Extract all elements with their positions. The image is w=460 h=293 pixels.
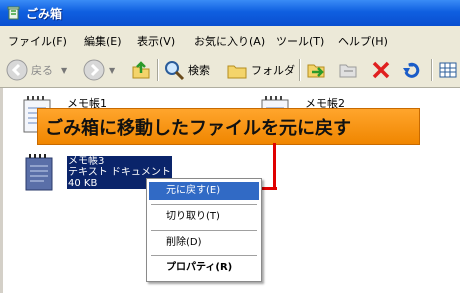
menu-separator <box>151 255 257 256</box>
search-icon <box>165 61 185 81</box>
back-arrow-icon <box>6 59 28 81</box>
search-button[interactable]: 検索 <box>163 58 210 82</box>
window-title: ごみ箱 <box>26 7 63 21</box>
context-item-label: 切り取り(T) <box>166 211 220 222</box>
chevron-down-icon[interactable]: ▼ <box>61 66 67 75</box>
chevron-down-icon[interactable]: ▼ <box>109 66 115 75</box>
menu-file[interactable]: ファイル(F) <box>8 33 67 49</box>
title-bar: ごみ箱 <box>0 0 460 26</box>
context-properties[interactable]: プロパティ(R) <box>149 259 259 277</box>
menu-edit[interactable]: 編集(E) <box>84 33 122 49</box>
folders-label: フォルダ <box>251 64 295 77</box>
toolbar: 戻る ▼ ▼ 検索 フォルダ <box>0 53 460 88</box>
toolbar-separator <box>299 59 301 81</box>
search-label: 検索 <box>188 64 210 77</box>
recycle-bin-icon <box>7 6 20 20</box>
delete-x-icon <box>372 61 390 79</box>
up-folder-icon <box>132 61 150 79</box>
forward-button[interactable]: ▼ <box>83 58 115 82</box>
toolbar-separator <box>431 59 433 81</box>
undo-icon <box>403 62 420 78</box>
views-button[interactable] <box>437 58 459 82</box>
toolbar-separator <box>157 59 159 81</box>
context-item-label: 元に戻す(E) <box>166 185 221 196</box>
up-folder-button[interactable] <box>130 58 152 82</box>
annotation-banner: ごみ箱に移動したファイルを元に戻す <box>37 108 420 145</box>
forward-arrow-icon <box>83 59 105 81</box>
views-grid-icon <box>439 62 457 78</box>
copy-to-folder-icon <box>339 64 357 78</box>
back-button[interactable]: 戻る ▼ <box>6 58 67 82</box>
context-cut[interactable]: 切り取り(T) <box>149 208 259 226</box>
banner-text: ごみ箱に移動したファイルを元に戻す <box>45 118 351 139</box>
left-border <box>0 88 3 293</box>
move-to-button[interactable] <box>306 58 328 82</box>
folders-button[interactable]: フォルダ <box>226 58 295 82</box>
menu-separator <box>151 230 257 231</box>
context-menu: 元に戻す(E) 切り取り(T) 削除(D) プロパティ(R) <box>146 178 262 282</box>
menu-separator <box>151 204 257 205</box>
file-name: メモ帳3 <box>68 156 105 167</box>
menu-help[interactable]: ヘルプ(H) <box>338 33 388 49</box>
file-item-selected[interactable] <box>22 154 58 197</box>
menu-bar: ファイル(F) 編集(E) 表示(V) お気に入り(A) ツール(T) ヘルプ(… <box>0 26 460 54</box>
context-item-label: 削除(D) <box>166 237 202 248</box>
menu-view[interactable]: 表示(V) <box>137 33 175 49</box>
context-item-label: プロパティ(R) <box>166 262 233 273</box>
context-delete[interactable]: 削除(D) <box>149 234 259 252</box>
menu-favorites[interactable]: お気に入り(A) <box>194 33 265 49</box>
back-label: 戻る <box>31 64 53 77</box>
undo-button[interactable] <box>400 58 422 82</box>
menu-tools[interactable]: ツール(T) <box>276 33 324 49</box>
context-restore[interactable]: 元に戻す(E) <box>149 182 259 200</box>
notepad-file-icon <box>25 154 53 191</box>
callout-line <box>273 143 276 190</box>
copy-to-button[interactable] <box>337 58 359 82</box>
move-to-folder-icon <box>307 64 325 78</box>
delete-button[interactable] <box>370 58 392 82</box>
folder-icon <box>227 65 247 79</box>
file-type: テキスト ドキュメント <box>68 167 171 178</box>
